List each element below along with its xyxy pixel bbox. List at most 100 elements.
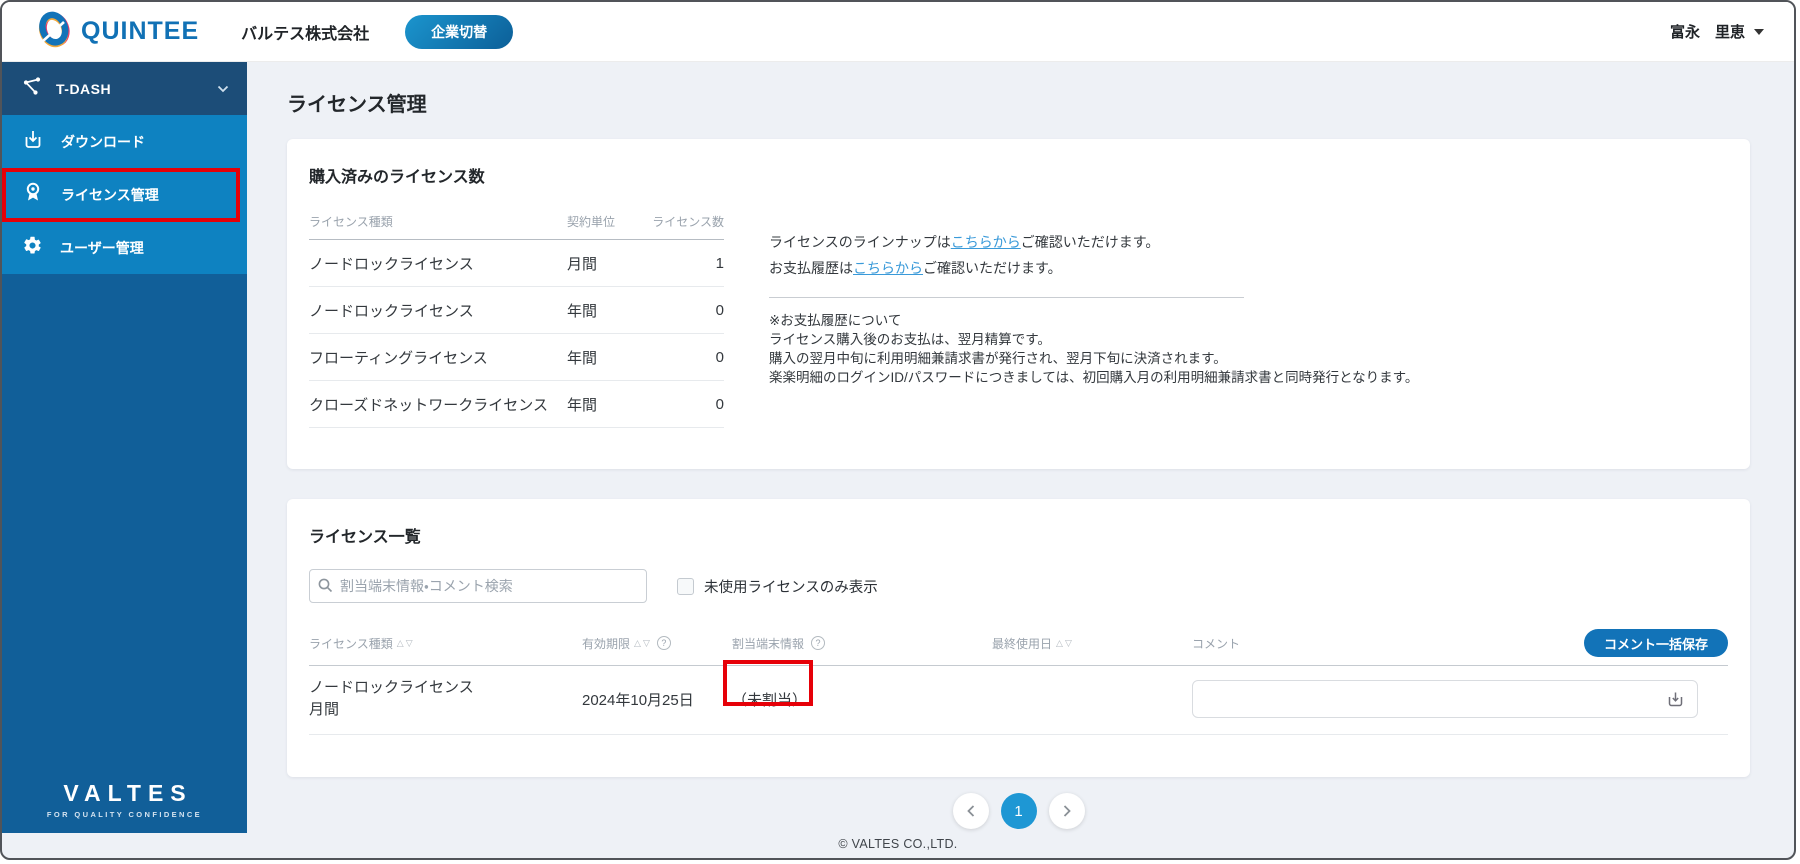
license-type-unit: 月間 [309,699,582,721]
previous-page-button[interactable] [953,793,989,829]
sort-desc-icon[interactable]: ▽ [643,639,650,648]
sidebar-item-label: ダウンロード [61,132,145,152]
column-header-license-count: ライセンス数 [642,213,724,230]
table-header-row: ライセンス種類 契約単位 ライセンス数 [309,213,724,240]
comment-input[interactable] [1192,680,1698,718]
comment-cell [1192,680,1728,718]
app-window: QUINTEE バルテス株式会社 企業切替 富永 里恵 T-DASH [0,0,1796,860]
search-icon [317,577,334,599]
valtes-logo-tagline: FOR QUALITY CONFIDENCE [2,810,247,819]
license-type-cell: ノードロックライセンス 月間 [309,677,582,721]
purchased-licenses-card: 購入済みのライセンス数 ライセンス種類 契約単位 ライセンス数 ノードロックライ… [287,139,1750,469]
purchased-licenses-title: 購入済みのライセンス数 [309,163,1728,187]
license-count-cell: 0 [642,396,724,413]
column-header-contract-unit: 契約単位 [567,213,642,230]
search-input[interactable] [309,569,647,603]
lineup-info-line: ライセンスのラインナップはこちらからご確認いただけます。 [769,229,1418,255]
table-row: クローズドネットワークライセンス 年間 0 [309,381,724,428]
sidebar-item-license-management[interactable]: ライセンス管理 [2,168,247,221]
topbar: QUINTEE バルテス株式会社 企業切替 富永 里恵 [2,2,1794,62]
license-type-cell: ノードロックライセンス [309,300,567,321]
current-page-button[interactable]: 1 [1001,793,1037,829]
caret-down-icon [1754,29,1764,35]
table-row: ノードロックライセンス 月間 1 [309,240,724,287]
save-comment-button[interactable] [1662,686,1688,712]
note-line: ※お支払履歴について [769,311,1418,330]
license-type-cell: フローティングライセンス [309,347,567,368]
column-header-comment: コメント コメント一括保存 [1192,629,1728,657]
column-label: 割当端末情報 [732,635,804,652]
column-label: 最終使用日 [992,635,1052,652]
user-name: 富永 里恵 [1670,21,1745,42]
sort-asc-icon[interactable]: △ [397,639,404,648]
payment-history-line: お支払履歴はこちらからご確認いただけます。 [769,255,1418,281]
download-icon [22,128,44,155]
switch-company-button[interactable]: 企業切替 [405,15,513,49]
sort-asc-icon[interactable]: △ [1056,639,1063,648]
sidebar-item-label: ユーザー管理 [60,238,144,258]
main-content: ライセンス管理 購入済みのライセンス数 ライセンス種類 契約単位 ライセンス数 … [247,62,1794,858]
table-row: フローティングライセンス 年間 0 [309,334,724,381]
license-count-cell: 0 [642,349,724,366]
purchased-licenses-table: ライセンス種類 契約単位 ライセンス数 ノードロックライセンス 月間 1 ノード… [309,213,724,428]
share-icon [22,76,42,101]
lineup-link[interactable]: こちらから [951,234,1021,250]
help-icon[interactable]: ? [811,636,825,650]
unused-filter[interactable]: 未使用ライセンスのみ表示 [677,576,878,597]
logo-wordmark: QUINTEE [81,17,199,46]
unused-filter-label: 未使用ライセンスのみ表示 [704,576,878,597]
chevron-down-icon [217,80,229,98]
column-header-assigned-device[interactable]: 割当端末情報 ? [732,635,992,652]
search-box [309,569,647,603]
table-row: ノードロックライセンス 年間 0 [309,287,724,334]
column-header-expiry[interactable]: 有効期限 △ ▽ ? [582,635,732,652]
column-header-license-type[interactable]: ライセンス種類 △ ▽ [309,635,582,652]
contract-unit-cell: 年間 [567,394,642,415]
gear-icon [22,235,43,261]
license-info-block: ライセンスのラインナップはこちらからご確認いただけます。 お支払履歴はこちらから… [769,213,1418,428]
unused-filter-checkbox[interactable] [677,578,694,595]
license-table-row: ノードロックライセンス 月間 2024年10月25日 （未割当） [309,666,1728,735]
sidebar-item-label: ライセンス管理 [61,185,159,205]
user-menu[interactable]: 富永 里恵 [1670,21,1764,42]
assigned-device-cell: （未割当） [732,689,992,710]
sort-asc-icon[interactable]: △ [634,639,641,648]
help-icon[interactable]: ? [657,636,671,650]
note-line: 楽楽明細のログインID/パスワードにつきましては、初回購入月の利用明細兼請求書と… [769,368,1418,387]
medal-icon [22,181,44,208]
sidebar: T-DASH ダウンロード [2,62,247,833]
column-label: 有効期限 [582,635,630,652]
sort-desc-icon[interactable]: ▽ [1065,639,1072,648]
payment-history-link[interactable]: こちらから [853,260,923,276]
license-list-title: ライセンス一覧 [309,523,1728,547]
license-type-cell: クローズドネットワークライセンス [309,394,567,415]
save-all-comments-button[interactable]: コメント一括保存 [1584,629,1728,657]
column-header-license-type: ライセンス種類 [309,213,567,230]
note-line: ライセンス購入後のお支払は、翌月精算です。 [769,330,1418,349]
payment-info-post: ご確認いただけます。 [923,260,1062,276]
pagination: 1 [287,793,1750,829]
license-list-card: ライセンス一覧 未使用ライセンスのみ表示 [287,499,1750,777]
license-list-controls: 未使用ライセンスのみ表示 [309,569,1728,603]
expiry-cell: 2024年10月25日 [582,689,732,710]
license-type-name: ノードロックライセンス [309,677,582,699]
sidebar-item-user-management[interactable]: ユーザー管理 [2,221,247,274]
page-title: ライセンス管理 [287,88,1750,117]
sort-desc-icon[interactable]: ▽ [406,639,413,648]
payment-note: ※お支払履歴について ライセンス購入後のお支払は、翌月精算です。 購入の翌月中旬… [769,311,1418,387]
payment-info-pre: お支払履歴は [769,260,853,276]
quintee-logo-icon [36,9,72,54]
license-count-cell: 1 [642,255,724,272]
sidebar-item-download[interactable]: ダウンロード [2,115,247,168]
contract-unit-cell: 年間 [567,347,642,368]
valtes-logo-name: VALTES [2,780,247,807]
lineup-info-post: ご確認いただけます。 [1021,234,1160,250]
next-page-button[interactable] [1049,793,1085,829]
column-label: コメント [1192,635,1240,652]
license-type-cell: ノードロックライセンス [309,253,567,274]
contract-unit-cell: 月間 [567,253,642,274]
sidebar-group-t-dash[interactable]: T-DASH [2,62,247,115]
column-header-last-used[interactable]: 最終使用日 △ ▽ [992,635,1192,652]
divider [769,297,1244,298]
sidebar-group-label: T-DASH [56,81,111,97]
